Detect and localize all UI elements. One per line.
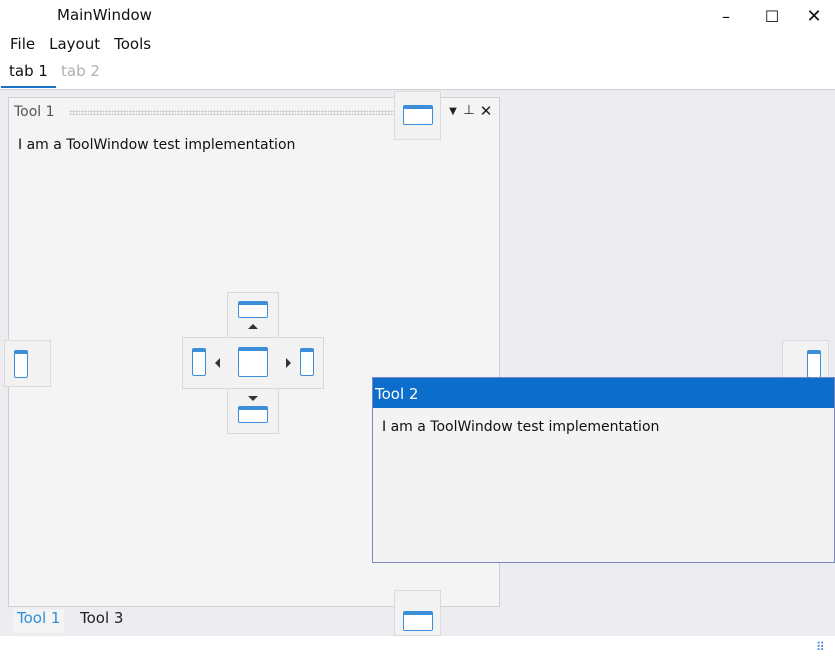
bottom-tab-tool3[interactable]: Tool 3 (76, 609, 127, 627)
menu-bar: File Layout Tools (0, 35, 155, 57)
resize-grip-icon[interactable]: ⠿ (816, 640, 825, 654)
dock-target-left[interactable] (4, 340, 51, 387)
dock-target-bottom[interactable] (394, 590, 441, 636)
dock-left-icon (14, 350, 28, 378)
document-tab-strip: tab 1 tab 2 (0, 60, 835, 90)
menu-tools[interactable]: Tools (104, 35, 157, 57)
dock-right-icon (807, 350, 821, 378)
title-bar: MainWindow – ☐ ✕ (0, 0, 835, 32)
dock-compass (182, 292, 324, 434)
tool1-title: Tool 1 (14, 104, 55, 120)
tool2-title: Tool 2 (375, 385, 419, 403)
close-window-button[interactable]: ✕ (794, 2, 834, 30)
arrow-left-icon (215, 358, 220, 368)
minimize-icon: – (722, 6, 730, 26)
maximize-icon: ☐ (764, 6, 780, 26)
dock-center-icon[interactable] (238, 347, 268, 377)
close-pane-icon[interactable]: ✕ (479, 102, 493, 120)
dock-bottom-icon (403, 611, 433, 631)
bottom-tab-tool1[interactable]: Tool 1 (13, 609, 65, 633)
compass-left-icon[interactable] (192, 348, 206, 376)
tool2-content: I am a ToolWindow test implementation (382, 419, 660, 435)
menu-layout[interactable]: Layout (39, 35, 106, 57)
close-icon: ✕ (806, 5, 822, 27)
tool2-header[interactable]: Tool 2 (373, 378, 834, 408)
minimize-button[interactable]: – (706, 2, 746, 30)
tool1-content: I am a ToolWindow test implementation (18, 137, 296, 153)
dock-target-top[interactable] (394, 91, 441, 140)
dock-top-icon (403, 105, 433, 125)
arrow-right-icon (286, 358, 291, 368)
pin-icon[interactable]: ⊥ (462, 103, 476, 118)
compass-top-icon[interactable] (238, 301, 268, 318)
doc-tab-1[interactable]: tab 1 (1, 62, 56, 88)
window-title: MainWindow (57, 6, 152, 24)
drag-grip[interactable] (69, 110, 399, 115)
arrow-down-icon (248, 396, 258, 401)
dropdown-icon[interactable]: ▼ (446, 106, 460, 117)
maximize-button[interactable]: ☐ (752, 2, 792, 30)
menu-file[interactable]: File (0, 35, 41, 57)
arrow-up-icon (248, 324, 258, 329)
tool2-floating-window: Tool 2 I am a ToolWindow test implementa… (372, 377, 835, 563)
compass-bottom-icon[interactable] (238, 406, 268, 423)
doc-tab-2[interactable]: tab 2 (61, 62, 100, 80)
compass-right-icon[interactable] (300, 348, 314, 376)
